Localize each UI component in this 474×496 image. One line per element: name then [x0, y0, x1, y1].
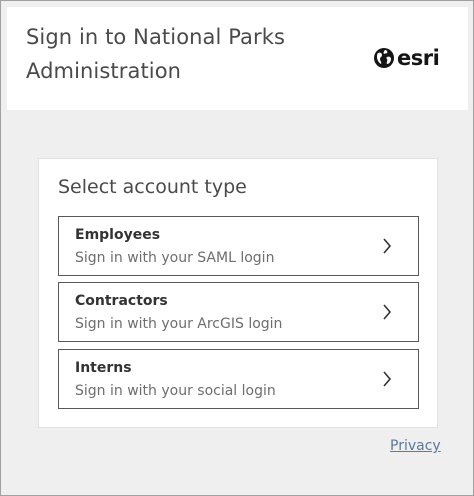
option-description: Sign in with your social login [75, 383, 276, 399]
contractors-option-button[interactable]: Contractors Sign in with your ArcGIS log… [58, 282, 419, 342]
globe-icon [374, 48, 394, 68]
interns-option-button[interactable]: Interns Sign in with your social login [58, 349, 419, 409]
option-description: Sign in with your SAML login [75, 250, 275, 266]
chevron-right-icon [383, 238, 392, 254]
account-type-card: Select account type Employees Sign in wi… [38, 158, 438, 428]
esri-logo: esri [373, 45, 440, 71]
employees-option-button[interactable]: Employees Sign in with your SAML login [58, 216, 419, 276]
page-header: Sign in to National Parks Administration… [7, 7, 468, 110]
logo-text: esri [397, 46, 440, 70]
option-description: Sign in with your ArcGIS login [75, 316, 283, 332]
chevron-right-icon [383, 371, 392, 387]
privacy-link[interactable]: Privacy [390, 436, 441, 456]
page-title: Sign in to National Parks Administration [26, 25, 286, 83]
option-name: Employees [75, 227, 161, 243]
option-name: Interns [75, 360, 132, 376]
card-heading: Select account type [58, 176, 247, 198]
chevron-right-icon [383, 304, 392, 320]
option-name: Contractors [75, 293, 168, 309]
sign-in-page: Sign in to National Parks Administration… [0, 0, 474, 496]
